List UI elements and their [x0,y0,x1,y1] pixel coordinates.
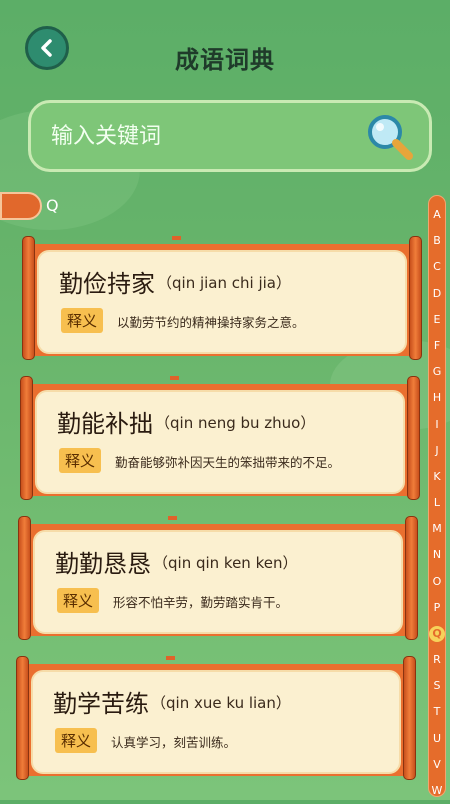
alphabet-letter-k[interactable]: K [429,464,445,490]
idiom-card[interactable]: 勤学苦练 （qin xue ku lian） 释义 认真学习，刻苦训练。 [16,656,416,782]
alphabet-letter-n[interactable]: N [429,542,445,568]
idiom-pinyin: （qin jian chi jia） [157,274,291,292]
idiom-meaning: 以勤劳节约的精神操持家务之意。 [117,315,305,330]
idiom-card-body: 勤俭持家 （qin jian chi jia） 释义 以勤劳节约的精神操持家务之… [37,250,407,354]
alphabet-letter-c[interactable]: C [429,254,445,280]
scroll-rod [16,656,29,780]
alphabet-letter-j[interactable]: J [429,438,445,464]
alphabet-letter-s[interactable]: S [429,673,445,699]
search-input[interactable] [31,122,361,150]
alphabet-letter-o[interactable]: O [429,569,445,595]
idiom-card-body: 勤学苦练 （qin xue ku lian） 释义 认真学习，刻苦训练。 [31,670,401,774]
scroll-rod [409,236,422,360]
alphabet-letter-b[interactable]: B [429,228,445,254]
alphabet-letter-l[interactable]: L [429,490,445,516]
idiom-card[interactable]: 勤能补拙 （qin neng bu zhuo） 释义 勤奋能够弥补因天生的笨拙带… [20,376,420,502]
current-letter: Q [46,196,59,215]
ribbon-decoration [168,516,177,520]
scroll-rod [403,656,416,780]
idiom-card[interactable]: 勤俭持家 （qin jian chi jia） 释义 以勤劳节约的精神操持家务之… [22,236,422,362]
idiom-card-body: 勤勤恳恳 （qin qin ken ken） 释义 形容不怕辛劳，勤劳踏实肯干。 [33,530,403,634]
letter-indicator [0,192,42,220]
idiom-word: 勤勤恳恳 [55,550,151,578]
scroll-rod [18,516,31,640]
alphabet-letter-d[interactable]: D [429,281,445,307]
alphabet-letter-u[interactable]: U [429,726,445,752]
alphabet-letter-v[interactable]: V [429,752,445,778]
alphabet-letter-h[interactable]: H [429,385,445,411]
alphabet-letter-m[interactable]: M [429,516,445,542]
page-title: 成语词典 [175,46,275,74]
meaning-tag: 释义 [55,728,98,753]
ribbon-decoration [170,376,179,380]
idiom-card-body: 勤能补拙 （qin neng bu zhuo） 释义 勤奋能够弥补因天生的笨拙带… [35,390,405,494]
idiom-meaning: 认真学习，刻苦训练。 [111,735,237,750]
alphabet-letter-t[interactable]: T [429,699,445,725]
ribbon-decoration [166,656,175,660]
alphabet-letter-i[interactable]: I [429,412,445,438]
idiom-pinyin: （qin qin ken ken） [153,554,298,572]
alphabet-letter-q[interactable]: Q [429,626,445,642]
scroll-rod [20,376,33,500]
idiom-word: 勤学苦练 [53,690,149,718]
magnifier-icon[interactable] [361,108,417,164]
alphabet-letter-e[interactable]: E [429,307,445,333]
alphabet-letter-f[interactable]: F [429,333,445,359]
alphabet-index: A B C D E F G H I J K L M N O P Q R S T … [428,195,446,797]
idiom-meaning: 勤奋能够弥补因天生的笨拙带来的不足。 [115,455,341,470]
alphabet-letter-w[interactable]: W [429,778,445,804]
scroll-rod [405,516,418,640]
idiom-pinyin: （qin xue ku lian） [151,694,291,712]
alphabet-letter-p[interactable]: P [429,595,445,621]
idiom-word: 勤能补拙 [57,410,153,438]
meaning-tag: 释义 [57,588,100,613]
meaning-tag: 释义 [59,448,102,473]
meaning-tag: 释义 [61,308,104,333]
alphabet-letter-g[interactable]: G [429,359,445,385]
ribbon-decoration [172,236,181,240]
idiom-card[interactable]: 勤勤恳恳 （qin qin ken ken） 释义 形容不怕辛劳，勤劳踏实肯干。 [18,516,418,642]
search-bar [28,100,432,172]
scroll-rod [22,236,35,360]
alphabet-letter-a[interactable]: A [429,202,445,228]
alphabet-letter-r[interactable]: R [429,647,445,673]
idiom-meaning: 形容不怕辛劳，勤劳踏实肯干。 [113,595,289,610]
scroll-rod [407,376,420,500]
header: 成语词典 [0,0,450,100]
idiom-word: 勤俭持家 [59,270,155,298]
idiom-pinyin: （qin neng bu zhuo） [155,414,316,432]
